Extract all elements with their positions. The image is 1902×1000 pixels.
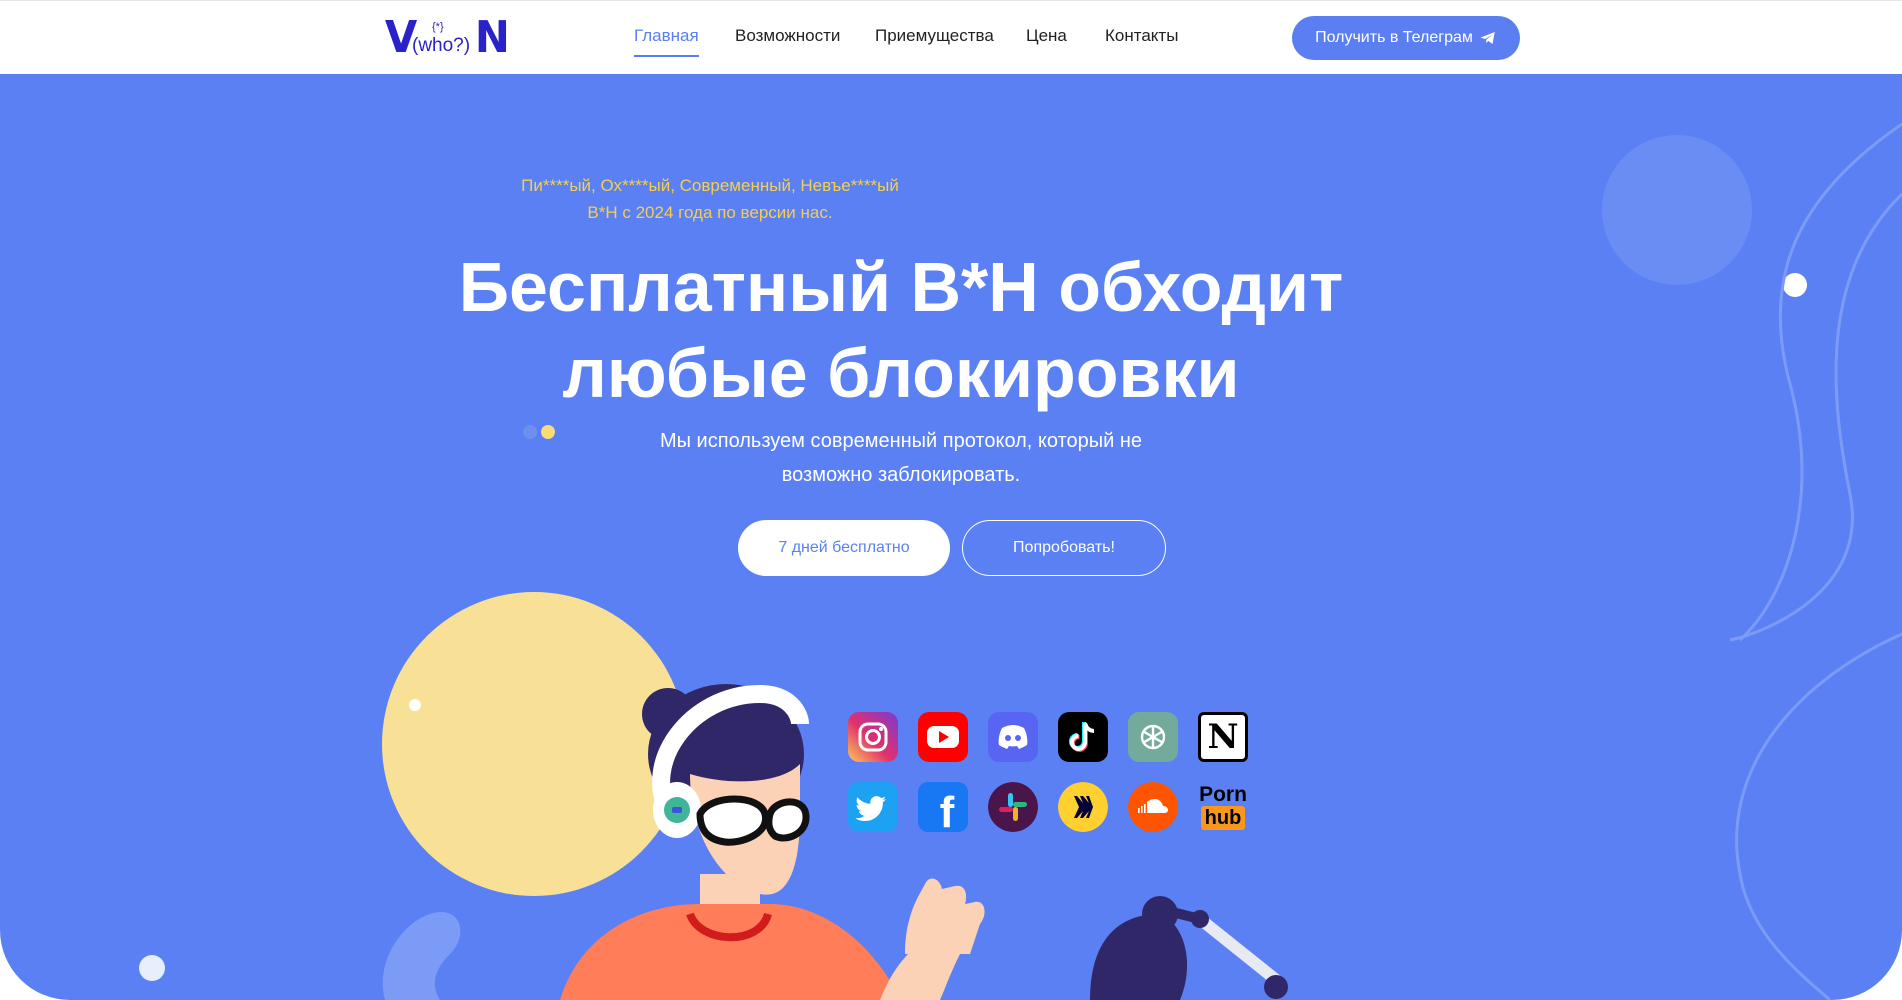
chatgpt-icon bbox=[1128, 712, 1178, 762]
soundcloud-icon bbox=[1128, 782, 1178, 832]
nav-link-features[interactable]: Возможности bbox=[735, 25, 840, 47]
notion-glyph: N bbox=[1207, 717, 1239, 757]
slack-icon bbox=[988, 782, 1038, 832]
hero-subtitle-line1: Мы используем современный протокол, кото… bbox=[659, 430, 1143, 452]
hero-title-line2: любые блокировки bbox=[562, 334, 1240, 412]
youtube-icon bbox=[918, 712, 968, 762]
logo[interactable]: V {*} (who?) N bbox=[384, 16, 510, 60]
logo-letter-n: N bbox=[474, 12, 510, 63]
nav-link-contacts[interactable]: Контакты bbox=[1105, 25, 1178, 47]
logo-who: (who?) bbox=[412, 35, 471, 56]
nav-link-home[interactable]: Главная bbox=[634, 25, 699, 57]
logo-star: {*} bbox=[432, 21, 444, 33]
free-trial-button[interactable]: 7 дней бесплатно bbox=[738, 520, 950, 576]
nav-link-advantages[interactable]: Приемущества bbox=[875, 25, 994, 47]
hero-section: Пи****ый, Ох****ый, Современный, Невъе**… bbox=[0, 74, 1902, 1000]
notion-icon: N bbox=[1198, 712, 1248, 762]
get-telegram-button[interactable]: Получить в Телеграм bbox=[1292, 16, 1520, 60]
hero-subtitle-line2: возможно заблокировать. bbox=[781, 464, 1021, 486]
supported-apps-grid: N f Porn hub bbox=[848, 712, 1252, 844]
get-telegram-label: Получить в Телеграм bbox=[1315, 29, 1473, 46]
twitter-icon bbox=[848, 782, 898, 832]
telegram-icon bbox=[1480, 32, 1495, 44]
discord-icon bbox=[988, 712, 1038, 762]
nav-link-price[interactable]: Цена bbox=[1026, 25, 1067, 47]
hero-title-line1: Бесплатный В*Н обходит bbox=[458, 248, 1344, 326]
tiktok-icon bbox=[1058, 712, 1108, 762]
hero-tagline-line1: Пи****ый, Ох****ый, Современный, Невъе**… bbox=[521, 176, 899, 195]
try-button[interactable]: Попробовать! bbox=[962, 520, 1166, 576]
miro-icon bbox=[1058, 782, 1108, 832]
pornhub-line1: Porn bbox=[1199, 783, 1247, 806]
site-header: V {*} (who?) N Главная Возможности Прием… bbox=[0, 0, 1902, 74]
instagram-icon bbox=[848, 712, 898, 762]
pornhub-icon: Porn hub bbox=[1198, 782, 1248, 832]
facebook-glyph: f bbox=[939, 788, 955, 832]
pornhub-line2: hub bbox=[1200, 806, 1246, 830]
facebook-icon: f bbox=[918, 782, 968, 832]
hero-tagline-line2: В*Н с 2024 года по версии нас. bbox=[587, 203, 833, 222]
